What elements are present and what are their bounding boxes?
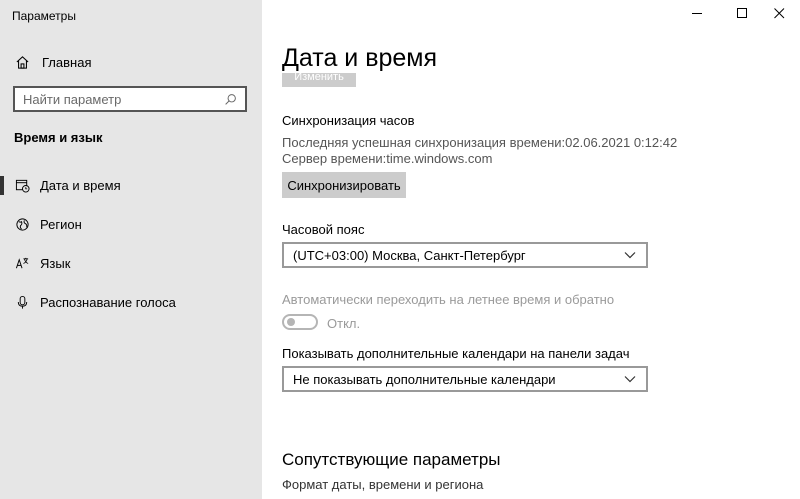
- sync-heading: Синхронизация часов: [282, 113, 415, 128]
- chevron-down-icon: [622, 247, 638, 263]
- timezone-label: Часовой пояс: [282, 222, 365, 237]
- sidebar: Параметры Главная Время и язык Дата и вр…: [0, 0, 262, 499]
- close-icon: [773, 6, 785, 24]
- sidebar-item-language[interactable]: Язык: [0, 244, 262, 283]
- sidebar-item-date-time[interactable]: Дата и время: [0, 166, 262, 205]
- minimize-icon: [691, 6, 703, 24]
- sidebar-section-title: Время и язык: [14, 130, 103, 145]
- dst-toggle[interactable]: [282, 314, 318, 330]
- change-time-button[interactable]: Изменить: [282, 73, 356, 87]
- timezone-value: (UTC+03:00) Москва, Санкт-Петербург: [293, 247, 526, 263]
- search-icon[interactable]: [221, 90, 239, 108]
- globe-icon: [14, 217, 30, 233]
- dst-label: Автоматически переходить на летнее время…: [282, 292, 615, 307]
- maximize-button[interactable]: [724, 0, 760, 30]
- sidebar-item-region[interactable]: Регион: [0, 205, 262, 244]
- timezone-dropdown[interactable]: (UTC+03:00) Москва, Санкт-Петербург: [282, 242, 648, 268]
- calendars-label: Показывать дополнительные календари на п…: [282, 346, 630, 361]
- page-title: Дата и время: [282, 44, 438, 72]
- sidebar-item-label: Регион: [40, 217, 82, 232]
- sync-button[interactable]: Синхронизировать: [282, 172, 406, 198]
- last-sync-text: Последняя успешная синхронизация времени…: [282, 135, 678, 150]
- close-button[interactable]: [761, 0, 797, 30]
- microphone-icon: [14, 295, 30, 311]
- home-link[interactable]: Главная: [14, 52, 91, 72]
- calendars-dropdown[interactable]: Не показывать дополнительные календари: [282, 366, 648, 392]
- date-format-link[interactable]: Формат даты, времени и региона: [282, 477, 483, 492]
- calendar-clock-icon: [14, 178, 30, 194]
- sidebar-nav: Дата и время Регион Язык Распознавание г…: [0, 166, 262, 322]
- search-input[interactable]: [15, 89, 221, 109]
- change-time-label: Изменить: [294, 73, 344, 83]
- chevron-down-icon: [622, 371, 638, 387]
- language-icon: [14, 256, 30, 272]
- calendars-value: Не показывать дополнительные календари: [293, 371, 556, 387]
- search-box[interactable]: [13, 86, 247, 112]
- toggle-knob: [287, 318, 295, 326]
- time-server-text: Сервер времени:time.windows.com: [282, 151, 493, 166]
- sidebar-item-label: Дата и время: [40, 178, 121, 193]
- home-label: Главная: [42, 54, 92, 70]
- maximize-icon: [736, 6, 748, 24]
- sidebar-item-label: Язык: [40, 256, 71, 271]
- related-settings-heading: Сопутствующие параметры: [282, 450, 501, 469]
- dst-state-label: Откл.: [327, 316, 361, 331]
- sidebar-item-speech[interactable]: Распознавание голоса: [0, 283, 262, 322]
- minimize-button[interactable]: [679, 0, 715, 30]
- home-icon: [14, 54, 30, 70]
- window-title: Параметры: [12, 9, 76, 23]
- sidebar-item-label: Распознавание голоса: [40, 295, 176, 310]
